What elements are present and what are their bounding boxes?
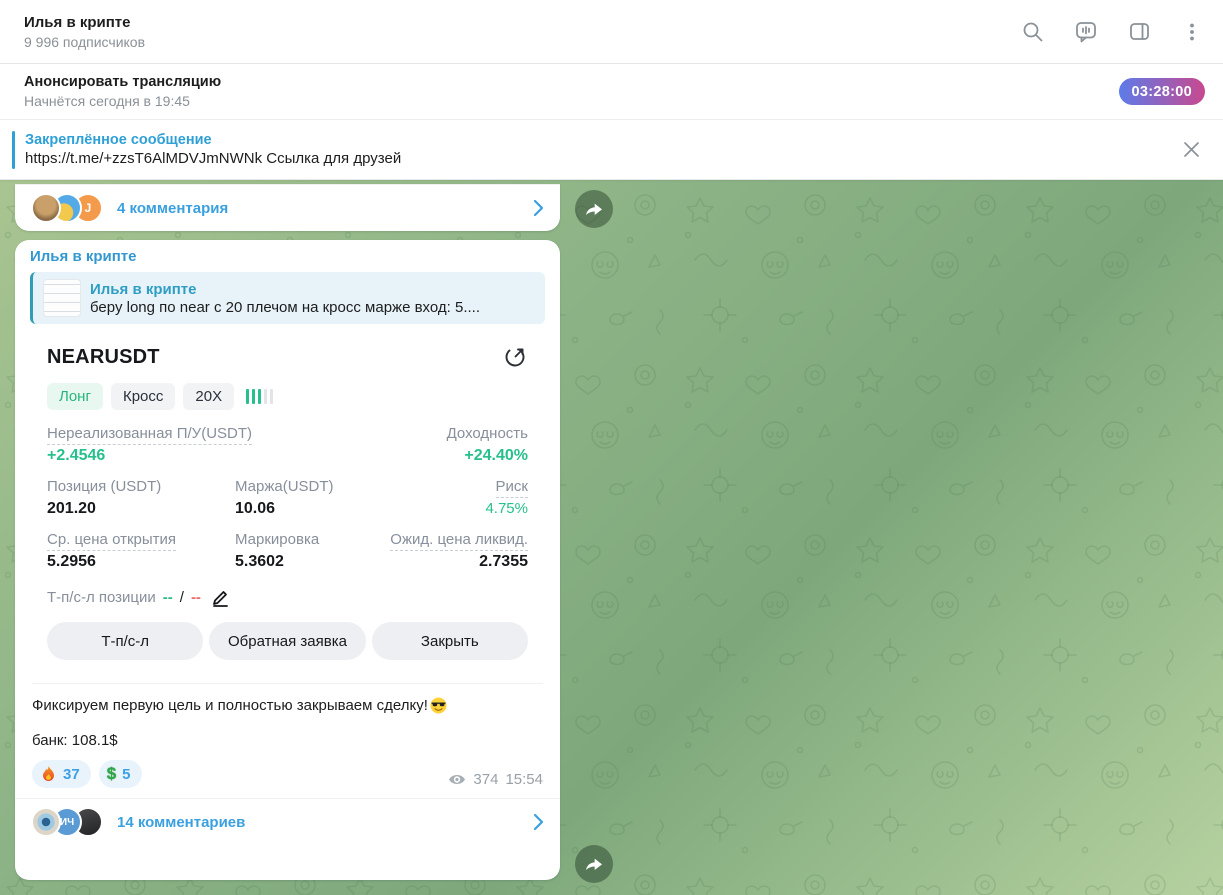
post-author[interactable]: Илья в крипте — [30, 248, 545, 265]
reaction-count: 37 — [63, 765, 80, 783]
forward-button[interactable] — [575, 190, 613, 228]
risk-label: Риск — [387, 478, 528, 498]
pinned-message-bar[interactable]: Закреплённое сообщение https://t.me/+zzs… — [0, 120, 1223, 180]
edit-pencil-icon[interactable] — [211, 588, 230, 607]
close-icon[interactable] — [1177, 136, 1205, 164]
reactions-row: 37 $ 5 374 15:54 — [30, 760, 545, 788]
sidebar-toggle-icon[interactable] — [1126, 19, 1152, 45]
reply-author: Илья в крипте — [90, 280, 197, 298]
sunglasses-emoji — [430, 697, 447, 714]
telegram-window: Илья в крипте 9 996 подписчиков Анонсиро… — [0, 0, 1223, 895]
channel-header: Илья в крипте 9 996 подписчиков — [0, 0, 1223, 64]
tpsl-sl-value: -- — [190, 589, 201, 606]
stream-announce-bar[interactable]: Анонсировать трансляцию Начнётся сегодня… — [0, 64, 1223, 120]
post-meta: 374 15:54 — [448, 771, 543, 788]
position-actions: Т-п/с-л Обратная заявка Закрыть — [47, 622, 528, 660]
avatar — [31, 807, 61, 837]
close-position-button[interactable]: Закрыть — [371, 622, 528, 660]
tpsl-label: Т-п/с-л позиции — [47, 589, 156, 606]
roi-value: +24.40% — [464, 447, 528, 464]
liq-price-value: 2.7355 — [479, 553, 528, 570]
margin-label: Маржа(USDT) — [235, 478, 334, 495]
divider — [32, 683, 543, 684]
risk-bars — [246, 389, 274, 404]
avatar — [31, 193, 61, 223]
views-count: 374 — [473, 771, 499, 788]
peer-info[interactable]: Илья в крипте 9 996 подписчиков — [24, 14, 145, 50]
risk-value: 4.75% — [485, 500, 528, 517]
position-card: NEARUSDT Лонг Кросс 20X Нереализованная … — [30, 330, 545, 670]
comments-count-link[interactable]: 14 комментариев — [117, 814, 245, 831]
channel-subscribers: 9 996 подписчиков — [24, 33, 146, 50]
chevron-right-icon — [533, 199, 544, 217]
forward-button[interactable] — [575, 845, 613, 883]
reaction-count: 5 — [122, 765, 131, 783]
position-stats: Нереализованная П/У(USDT) Доходность +2.… — [47, 425, 528, 571]
reply-preview[interactable]: Илья в крипте беру long по near с 20 пле… — [30, 272, 545, 324]
search-icon[interactable] — [1020, 19, 1046, 45]
entry-price-value: 5.2956 — [47, 553, 96, 570]
stream-title: Анонсировать трансляцию — [24, 74, 222, 90]
reply-text: беру long по near с 20 плечом на кросс м… — [90, 298, 480, 316]
reaction-fire[interactable]: 37 — [32, 760, 91, 788]
pinned-message-text: https://t.me/+zzsT6AlMDVJmNWNk Ссылка дл… — [25, 150, 402, 167]
reaction-dollar[interactable]: $ 5 — [98, 760, 142, 788]
share-position-icon[interactable] — [502, 344, 528, 370]
commenter-avatars: ИЧ — [31, 807, 103, 837]
previous-message-comments[interactable]: J 4 комментария — [15, 184, 560, 231]
post-text: Фиксируем первую цель и полностью закрыв… — [30, 697, 545, 714]
tpsl-row: Т-п/с-л позиции -- / -- — [47, 588, 528, 607]
roi-label: Доходность — [446, 425, 528, 442]
margin-value: 10.06 — [235, 500, 276, 517]
tpsl-tp-value: -- — [162, 589, 173, 606]
pinned-accent-bar — [12, 130, 15, 169]
channel-title: Илья в крипте — [24, 13, 131, 31]
mark-price-label: Маркировка — [235, 531, 320, 548]
fire-icon — [43, 766, 54, 781]
entry-price-label: Ср. цена открытия — [47, 531, 235, 551]
dollar-icon: $ — [106, 764, 117, 783]
liq-price-label: Ожид. цена ликвид. — [387, 531, 528, 551]
position-value: 201.20 — [47, 500, 96, 517]
tpsl-separator: / — [179, 589, 184, 606]
reply-thumbnail — [43, 279, 81, 317]
post-comments-footer[interactable]: ИЧ 14 комментариев — [15, 798, 560, 844]
leverage-badge: 20X — [183, 383, 235, 410]
commenter-avatars: J — [31, 193, 103, 223]
side-badge: Лонг — [47, 383, 103, 410]
pinned-label: Закреплённое сообщение — [25, 132, 212, 148]
chat-area: J 4 комментария Илья в крипте Илья в кри… — [0, 180, 1223, 895]
tpsl-button[interactable]: Т-п/с-л — [47, 622, 204, 660]
stream-start-time: Начнётся сегодня в 19:45 — [24, 93, 190, 109]
chevron-right-icon — [533, 813, 544, 831]
margin-mode-badge: Кросс — [110, 383, 176, 410]
views-icon — [449, 775, 466, 784]
trading-pair: NEARUSDT — [47, 345, 160, 368]
kebab-menu-icon[interactable] — [1179, 19, 1205, 45]
mark-price-value: 5.3602 — [235, 553, 284, 570]
post-time: 15:54 — [505, 771, 543, 788]
stream-countdown-badge[interactable]: 03:28:00 — [1118, 78, 1205, 105]
pnl-value: +2.4546 — [47, 447, 106, 464]
position-label: Позиция (USDT) — [47, 478, 162, 495]
channel-post: Илья в крипте Илья в крипте беру long по… — [15, 240, 560, 880]
comments-count-link[interactable]: 4 комментария — [117, 200, 228, 217]
pnl-label: Нереализованная П/У(USDT) — [47, 425, 387, 445]
reverse-order-button[interactable]: Обратная заявка — [209, 622, 366, 660]
post-text-line2: банк: 108.1$ — [32, 732, 118, 749]
discussion-icon[interactable] — [1073, 19, 1099, 45]
